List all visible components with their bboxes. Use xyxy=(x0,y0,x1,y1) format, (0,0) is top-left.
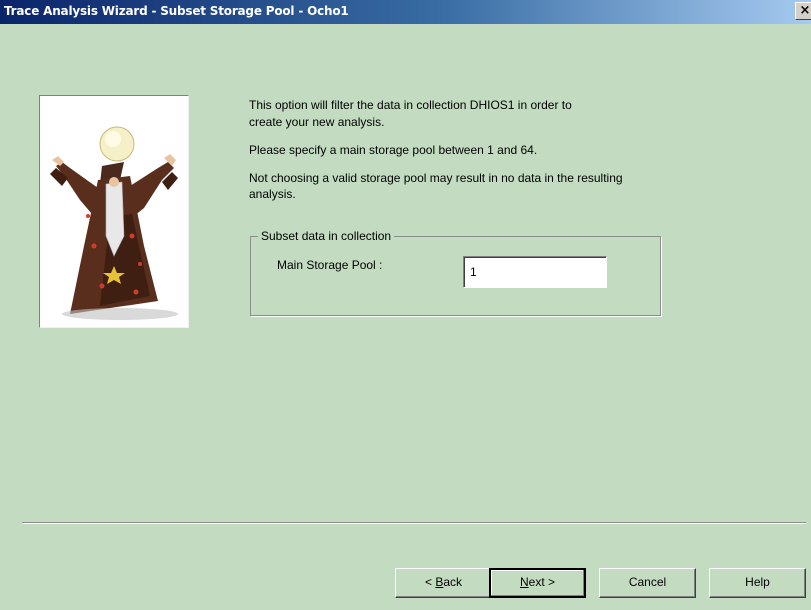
next-button-rest: ext > xyxy=(528,575,556,589)
cancel-button[interactable]: Cancel xyxy=(599,568,696,598)
close-button[interactable]: × xyxy=(795,2,811,20)
instruction-line-1: This option will filter the data in coll… xyxy=(249,98,572,112)
main-storage-pool-input[interactable] xyxy=(463,256,607,288)
instruction-line-4: Not choosing a valid storage pool may re… xyxy=(249,171,623,185)
instruction-line-3: Please specify a main storage pool betwe… xyxy=(249,143,538,157)
window-title: Trace Analysis Wizard - Subset Storage P… xyxy=(4,4,349,18)
back-button-prefix: < xyxy=(424,575,436,589)
next-button-mnemonic: N xyxy=(519,575,529,589)
next-button[interactable]: Next > xyxy=(489,568,586,598)
title-bar: Trace Analysis Wizard - Subset Storage P… xyxy=(0,0,811,24)
help-button[interactable]: Help xyxy=(709,568,806,598)
instruction-line-2: create your new analysis. xyxy=(249,115,385,129)
group-legend: Subset data in collection xyxy=(258,229,395,243)
main-storage-pool-label: Main Storage Pool : xyxy=(277,258,383,272)
help-button-label: Help xyxy=(745,575,770,589)
wizard-illustration xyxy=(39,95,189,328)
back-button[interactable]: < Back xyxy=(395,568,492,598)
instruction-line-5: analysis. xyxy=(249,187,296,201)
wizard-icon xyxy=(50,126,178,320)
subset-group-box: Subset data in collection Main Storage P… xyxy=(250,229,661,316)
back-button-rest: ack xyxy=(443,575,463,589)
button-separator xyxy=(22,522,806,524)
cancel-button-label: Cancel xyxy=(628,575,667,589)
close-icon: × xyxy=(799,3,811,18)
